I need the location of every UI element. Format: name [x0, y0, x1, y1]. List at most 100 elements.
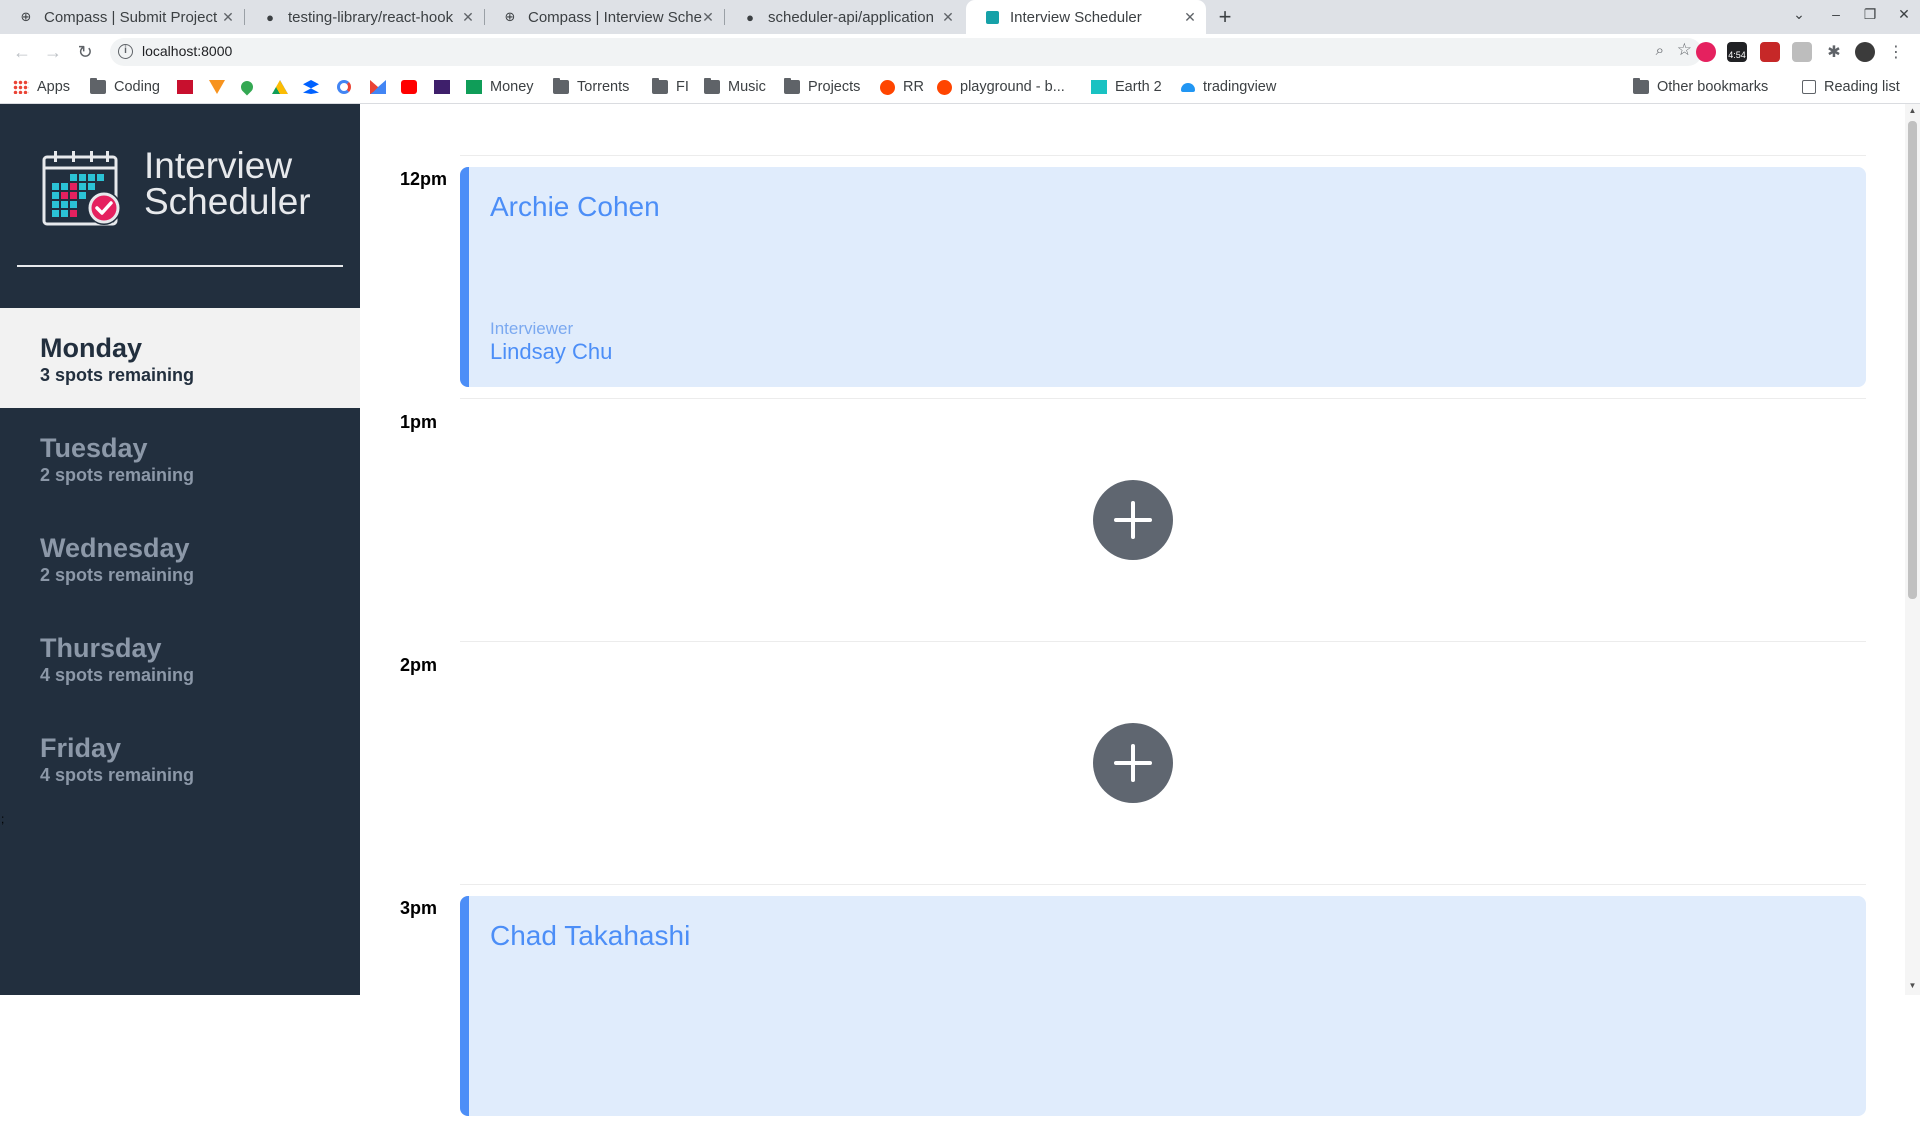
appointment-slot: 1pm	[360, 398, 1905, 641]
new-tab-button[interactable]: +	[1212, 4, 1238, 30]
app-title-line: Interview	[144, 145, 293, 186]
browser-tab[interactable]: ● testing-library/react-hook ✕	[244, 0, 484, 34]
sidebar: Interview Scheduler Monday 3 spots remai…	[0, 104, 360, 995]
bookmark-icon-only[interactable]	[177, 76, 201, 98]
extension-badge-icon[interactable]: 4:54	[1727, 42, 1747, 62]
extensions-puzzle-icon[interactable]: ✱	[1824, 42, 1844, 62]
extension-gray-icon[interactable]	[1792, 42, 1812, 62]
bookmark-projects[interactable]: Projects	[784, 76, 860, 98]
zoom-icon[interactable]: ⌕	[1656, 42, 1664, 59]
bookmark-icon-only[interactable]	[434, 76, 458, 98]
bookmark-music[interactable]: Music	[704, 76, 766, 98]
bookmark-label: Music	[728, 79, 766, 95]
bookmark-apps[interactable]: Apps	[13, 76, 70, 98]
github-icon: ●	[266, 9, 274, 25]
appointment-slot: 3pm Chad Takahashi	[360, 884, 1905, 1127]
browser-tab[interactable]: ⊕ Compass | Interview Sche ✕	[484, 0, 724, 34]
slot-divider	[460, 884, 1866, 885]
globe-icon: ⊕	[20, 9, 32, 24]
day-item-tuesday[interactable]: Tuesday 2 spots remaining	[0, 408, 360, 508]
sidebar-divider	[17, 265, 343, 267]
close-icon[interactable]: ✕	[460, 9, 476, 26]
bookmark-label: Other bookmarks	[1657, 79, 1769, 95]
browser-tab-bar: ⊕ Compass | Submit Project ✕ ● testing-l…	[0, 0, 1920, 34]
address-bar[interactable]: i localhost:8000 ⌕ ☆	[110, 38, 1702, 66]
tradingview-icon	[1181, 82, 1195, 92]
student-name: Chad Takahashi	[490, 920, 691, 951]
slot-time: 3pm	[400, 898, 438, 918]
close-icon[interactable]: ✕	[700, 9, 716, 26]
browser-tab[interactable]: ⊕ Compass | Submit Project ✕	[0, 0, 244, 34]
profile-avatar[interactable]	[1855, 42, 1875, 62]
bookmark-fi[interactable]: FI	[652, 76, 689, 98]
folder-icon	[553, 78, 569, 94]
day-name: Wednesday	[40, 533, 190, 563]
close-icon[interactable]: ✕	[940, 9, 956, 26]
folder-icon	[652, 78, 668, 94]
reload-icon[interactable]: ↻	[73, 40, 97, 64]
interviewer-name: Lindsay Chu	[490, 339, 613, 364]
minimize-icon[interactable]: –	[1826, 6, 1846, 22]
page-scrollbar[interactable]: ▲ ▼	[1905, 104, 1920, 995]
day-spots: 2 spots remaining	[40, 565, 195, 585]
add-appointment-button[interactable]	[1093, 723, 1173, 803]
bookmark-icon-only[interactable]	[303, 76, 327, 98]
url-text[interactable]: localhost:8000	[142, 43, 232, 59]
adblock-icon[interactable]	[1696, 42, 1716, 62]
bookmark-icon-only[interactable]	[272, 76, 296, 98]
scroll-up-arrow-icon[interactable]: ▲	[1908, 106, 1917, 115]
restore-icon[interactable]: ❐	[1860, 6, 1880, 23]
bookmark-icon-only[interactable]	[401, 76, 425, 98]
back-icon[interactable]: ←	[10, 40, 34, 64]
tab-title: testing-library/react-hook	[288, 8, 454, 26]
schedule: 12pm Archie Cohen Interviewer Lindsay Ch…	[360, 104, 1905, 1116]
bookmark-earth2[interactable]: Earth 2	[1091, 76, 1162, 98]
bookmark-other[interactable]: Other bookmarks	[1633, 76, 1768, 98]
tab-title: scheduler-api/application	[768, 8, 934, 26]
app-title: Interview Scheduler	[144, 145, 311, 220]
forward-icon[interactable]: →	[41, 40, 65, 64]
calendar-logo-icon	[42, 151, 121, 226]
bookmark-icon-only[interactable]	[370, 76, 394, 98]
bookmark-coding[interactable]: Coding	[90, 76, 160, 98]
add-appointment-button[interactable]	[1093, 480, 1173, 560]
info-icon[interactable]: i	[118, 44, 133, 59]
day-item-wednesday[interactable]: Wednesday 2 spots remaining	[0, 508, 360, 608]
bookmark-icon-only[interactable]	[238, 76, 261, 98]
bookmark-tradingview[interactable]: tradingview	[1181, 76, 1276, 98]
scrollbar-thumb[interactable]	[1908, 121, 1917, 599]
menu-dots-icon[interactable]: ⋮	[1886, 42, 1906, 62]
appointment-card[interactable]: Chad Takahashi	[460, 896, 1866, 1116]
bookmark-icon-only[interactable]	[209, 76, 233, 98]
bookmark-rr[interactable]: RR	[880, 76, 924, 98]
reading-list-icon	[1802, 80, 1816, 94]
day-item-monday[interactable]: Monday 3 spots remaining	[0, 308, 360, 408]
bookmark-star-icon[interactable]: ☆	[1677, 40, 1692, 60]
close-icon[interactable]: ✕	[220, 9, 236, 26]
slot-divider	[460, 398, 1866, 399]
scroll-down-arrow-icon[interactable]: ▼	[1908, 981, 1917, 990]
tab-search-icon[interactable]: ⌄	[1789, 6, 1809, 23]
bookmark-playground[interactable]: playground - b...	[937, 76, 1065, 98]
day-item-thursday[interactable]: Thursday 4 spots remaining	[0, 608, 360, 708]
slot-time: 2pm	[400, 655, 438, 675]
close-icon[interactable]: ✕	[1182, 9, 1198, 26]
bookmark-torrents[interactable]: Torrents	[553, 76, 629, 98]
bookmark-money[interactable]: Money	[466, 76, 534, 98]
bookmark-icon-only[interactable]	[337, 76, 359, 98]
maps-icon	[238, 78, 256, 96]
slot-divider	[460, 155, 1866, 156]
browser-tab[interactable]: ● scheduler-api/application ✕	[724, 0, 964, 34]
interviewer-label: Interviewer	[490, 319, 574, 338]
day-item-friday[interactable]: Friday 4 spots remaining	[0, 708, 360, 808]
extension-red-icon[interactable]	[1760, 42, 1780, 62]
bookmark-label: RR	[903, 79, 924, 95]
bookmark-label: Torrents	[577, 79, 630, 95]
browser-tab-active[interactable]: Interview Scheduler ✕	[966, 0, 1206, 34]
window-close-icon[interactable]: ✕	[1894, 6, 1914, 23]
reading-list-button[interactable]: Reading list	[1802, 76, 1900, 98]
youtube-icon	[401, 80, 417, 94]
appointment-card[interactable]: Archie Cohen Interviewer Lindsay Chu	[460, 167, 1866, 387]
bookmark-label: Money	[490, 79, 534, 95]
bookmark-label: Coding	[114, 79, 160, 95]
